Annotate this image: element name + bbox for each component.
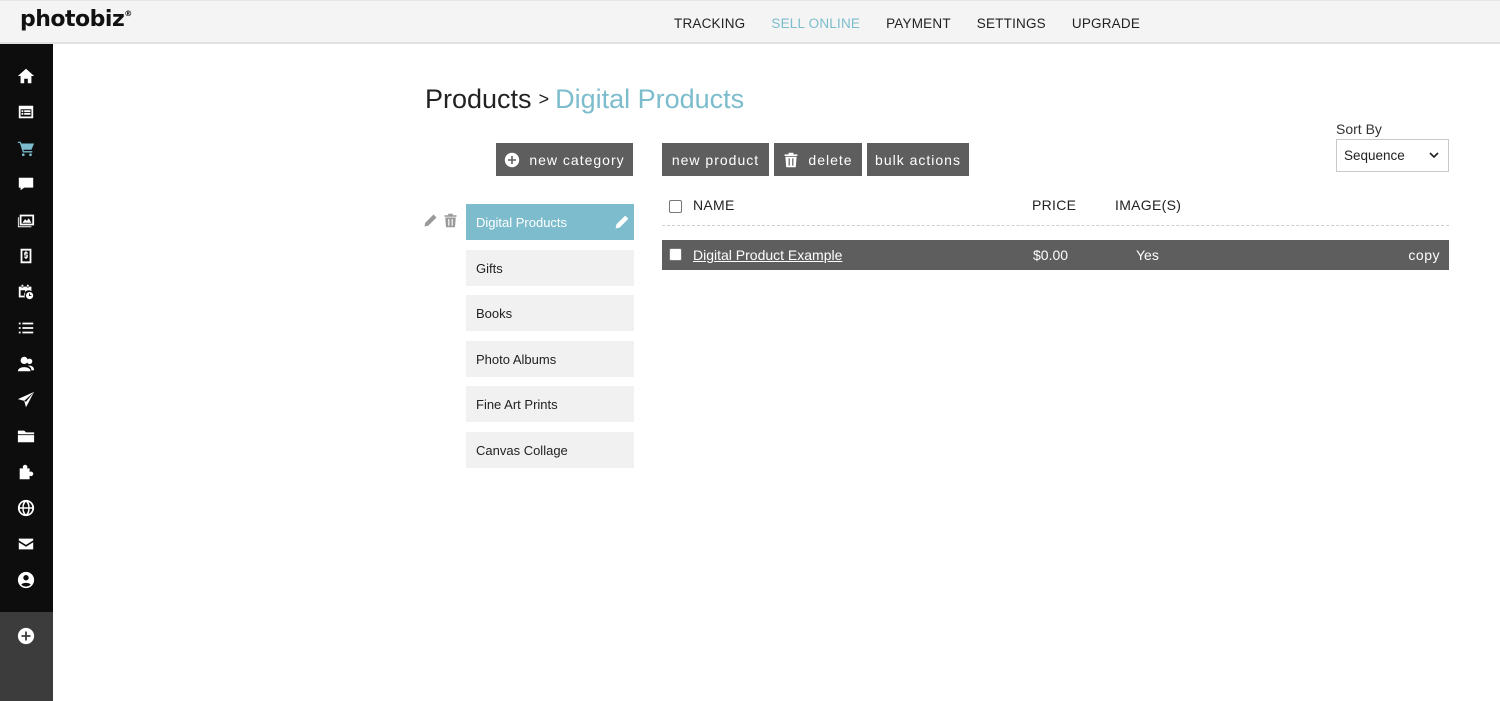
delete-label: delete: [808, 151, 853, 168]
sidebar: [0, 44, 53, 701]
top-bar: photobiz® TRACKING SELL ONLINE PAYMENT S…: [0, 0, 1500, 44]
category-item[interactable]: Gifts: [466, 250, 634, 286]
invoice-icon[interactable]: [16, 246, 36, 266]
column-name[interactable]: NAME: [693, 197, 735, 213]
breadcrumb-separator: >: [538, 89, 550, 109]
cart-icon[interactable]: [16, 138, 36, 158]
sort-label: Sort By: [1336, 121, 1382, 137]
home-icon[interactable]: [16, 66, 36, 86]
new-product-label: new product: [671, 151, 760, 168]
new-product-button[interactable]: new product: [662, 143, 769, 176]
category-label: Canvas Collage: [476, 442, 568, 458]
chat-icon[interactable]: [16, 174, 36, 194]
nav-upgrade[interactable]: UPGRADE: [1059, 16, 1153, 31]
category-label: Photo Albums: [476, 351, 557, 367]
category-label: Books: [476, 305, 513, 321]
new-category-label: new category: [529, 151, 625, 168]
list-icon[interactable]: [16, 318, 36, 338]
photos-icon[interactable]: [16, 210, 36, 230]
calendar-list-icon[interactable]: [16, 102, 36, 122]
delete-button[interactable]: delete: [774, 143, 862, 176]
sort-value: Sequence: [1344, 148, 1405, 163]
column-images[interactable]: IMAGE(S): [1115, 197, 1181, 213]
app: photobiz® TRACKING SELL ONLINE PAYMENT S…: [0, 0, 1500, 701]
new-category-button[interactable]: new category: [496, 143, 633, 176]
row-checkbox[interactable]: [669, 248, 682, 261]
nav-payment[interactable]: PAYMENT: [873, 16, 964, 31]
category-item[interactable]: Books: [466, 295, 634, 331]
category-label: Fine Art Prints: [476, 396, 558, 412]
calendar-clock-icon[interactable]: [16, 282, 36, 302]
category-item[interactable]: Canvas Collage: [466, 432, 634, 468]
bulk-actions-label: bulk actions: [875, 151, 961, 168]
breadcrumb: Products > Digital Products: [425, 84, 744, 115]
breadcrumb-current: Digital Products: [555, 84, 745, 114]
chevron-down-icon: [1429, 152, 1439, 159]
plus-circle-icon: [505, 152, 520, 167]
top-nav: TRACKING SELL ONLINE PAYMENT SETTINGS UP…: [661, 1, 1153, 45]
category-label: Digital Products: [476, 214, 568, 230]
nav-tracking[interactable]: TRACKING: [661, 16, 758, 31]
nav-settings[interactable]: SETTINGS: [964, 16, 1059, 31]
users-icon[interactable]: [16, 354, 36, 374]
products-table-header: NAME PRICE IMAGE(S): [662, 190, 1449, 226]
photobiz-logo[interactable]: photobiz®: [20, 7, 132, 32]
product-images: Yes: [1136, 247, 1159, 263]
globe-icon[interactable]: [16, 498, 36, 518]
breadcrumb-products[interactable]: Products: [425, 84, 532, 114]
column-price[interactable]: PRICE: [1032, 197, 1076, 213]
category-label: Gifts: [476, 260, 503, 276]
nav-sell-online[interactable]: SELL ONLINE: [758, 16, 873, 31]
add-icon[interactable]: [16, 626, 36, 646]
send-icon[interactable]: [16, 390, 36, 410]
pencil-icon[interactable]: [423, 213, 438, 228]
copy-link[interactable]: copy: [1408, 247, 1440, 263]
mail-icon[interactable]: [16, 534, 36, 554]
select-all-checkbox[interactable]: [669, 200, 682, 213]
account-icon[interactable]: [16, 570, 36, 590]
category-item[interactable]: Photo Albums: [466, 341, 634, 377]
table-row[interactable]: Digital Product Example $0.00 Yes copy: [662, 240, 1449, 270]
folder-icon[interactable]: [16, 426, 36, 446]
trash-icon: [785, 152, 798, 167]
product-price: $0.00: [1033, 247, 1069, 263]
category-item[interactable]: Fine Art Prints: [466, 386, 634, 422]
product-name-link[interactable]: Digital Product Example: [693, 247, 842, 263]
sort-select[interactable]: Sequence: [1336, 139, 1449, 172]
category-item[interactable]: Digital Products: [466, 204, 634, 240]
pencil-icon[interactable]: [614, 214, 630, 230]
category-tools: [423, 213, 458, 228]
bulk-actions-button[interactable]: bulk actions: [867, 143, 969, 176]
trash-icon[interactable]: [443, 213, 458, 228]
puzzle-icon[interactable]: [16, 462, 36, 482]
